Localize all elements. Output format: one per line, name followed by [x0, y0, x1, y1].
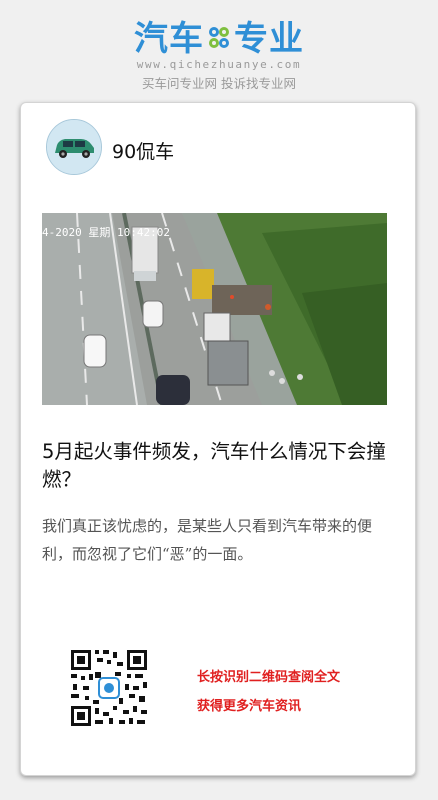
article-card[interactable]: 90侃车 4-2020 星期 10:42:02 5月起火事件频发，汽车什么情况下…: [20, 102, 416, 776]
image-timestamp-overlay: 4-2020 星期 10:42:02: [42, 226, 170, 239]
article-summary: 我们真正该忧虑的，是某些人只看到汽车带来的便利，而忽视了它们“恶”的一面。: [42, 517, 373, 563]
article-photo[interactable]: 4-2020 星期 10:42:02: [42, 213, 387, 405]
article-title[interactable]: 5月起火事件频发，汽车什么情况下会撞燃？: [42, 438, 392, 494]
gear-icon: [209, 27, 229, 48]
promo-line-1: 长按识别二维码查阅全文: [197, 670, 341, 685]
site-header: 汽车 专业 www.qichezhuanye.com 买车问专业网 投诉找专业网: [0, 0, 438, 100]
highway-accident-image: 4-2020 星期 10:42:02: [42, 213, 387, 405]
site-domain: www.qichezhuanye.com: [136, 58, 302, 71]
author-name[interactable]: 90侃车: [112, 137, 174, 164]
qr-code-icon: [69, 648, 149, 728]
logo-text-left: 汽车: [134, 19, 204, 59]
qr-code[interactable]: [69, 648, 149, 728]
promo-line-2: 获得更多汽车资讯: [197, 699, 302, 714]
site-logo[interactable]: 汽车 专业: [0, 18, 438, 60]
car-icon: [47, 120, 101, 174]
author-avatar[interactable]: [46, 119, 102, 175]
site-slogan: 买车问专业网 投诉找专业网: [142, 76, 296, 91]
logo-text-right: 专业: [234, 19, 304, 59]
